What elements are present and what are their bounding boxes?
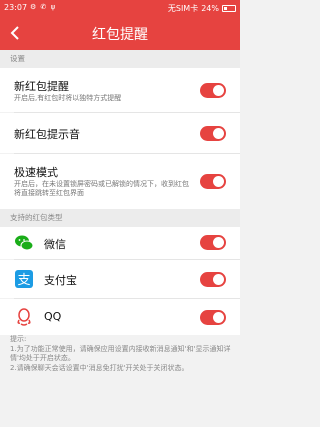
tips-line-2: 2.请确保聊天会话设置中'消息免打扰'开关处于关闭状态。 bbox=[10, 363, 189, 372]
setting-label: 极速模式 bbox=[14, 166, 58, 179]
app-label: QQ bbox=[44, 310, 62, 323]
status-time: 23:07 bbox=[4, 3, 28, 12]
status-right: 无SIM卡 24% bbox=[168, 3, 236, 14]
qq-icon bbox=[17, 308, 31, 326]
battery-icon bbox=[222, 5, 236, 12]
wechat-icon bbox=[15, 235, 34, 251]
svg-text:支: 支 bbox=[17, 273, 30, 288]
tips-line-1: 1.为了功能正常使用，请确保应用设置内接收新消息通知'和'显示通知详情'均处于开… bbox=[10, 344, 231, 363]
setting-desc: 开启后,有红包时将以独特方式提醒 bbox=[14, 94, 122, 102]
tips-title: 提示: bbox=[10, 335, 27, 343]
sim-status: 无SIM卡 bbox=[167, 4, 199, 13]
toggle-sound[interactable] bbox=[200, 126, 226, 141]
setting-desc: 开启后，在未设置锁屏密码或已解锁的情况下，收到红包将直接跳转至红包界面 bbox=[14, 180, 189, 197]
nav-bar: 红包提醒 bbox=[0, 16, 240, 50]
battery-percent: 24% bbox=[201, 4, 219, 13]
alipay-icon: 支 bbox=[15, 270, 33, 288]
toggle-wechat[interactable] bbox=[200, 235, 226, 250]
toggle-qq[interactable] bbox=[200, 310, 226, 325]
status-bar: 23:07 ⚙ ✆ ψ 无SIM卡 24% bbox=[0, 0, 240, 16]
page-title: 红包提醒 bbox=[92, 27, 148, 43]
setting-row-fast-mode: 极速模式 开启后，在未设置锁屏密码或已解锁的情况下，收到红包将直接跳转至红包界面 bbox=[0, 154, 240, 209]
settings-section-header: 设置 bbox=[0, 50, 240, 68]
app-row-alipay: 支 支付宝 bbox=[0, 260, 240, 298]
app-row-qq: QQ bbox=[0, 299, 240, 335]
apps-section-header: 支持的红包类型 bbox=[0, 209, 240, 227]
toggle-fast-mode[interactable] bbox=[200, 174, 226, 189]
app-row-wechat: 微信 bbox=[0, 227, 240, 259]
setting-row-sound: 新红包提示音 bbox=[0, 113, 240, 153]
setting-row-new-redpacket: 新红包提醒 开启后,有红包时将以独特方式提醒 bbox=[0, 68, 240, 112]
app-label: 微信 bbox=[44, 238, 66, 251]
toggle-alipay[interactable] bbox=[200, 272, 226, 287]
status-notification-icons: ⚙ ✆ ψ bbox=[30, 3, 57, 11]
tips-block: 提示: 1.为了功能正常使用，请确保应用设置内接收新消息通知'和'显示通知详情'… bbox=[10, 335, 232, 373]
toggle-new-redpacket[interactable] bbox=[200, 83, 226, 98]
setting-label: 新红包提示音 bbox=[14, 128, 80, 141]
app-label: 支付宝 bbox=[44, 274, 77, 287]
setting-label: 新红包提醒 bbox=[14, 80, 69, 93]
